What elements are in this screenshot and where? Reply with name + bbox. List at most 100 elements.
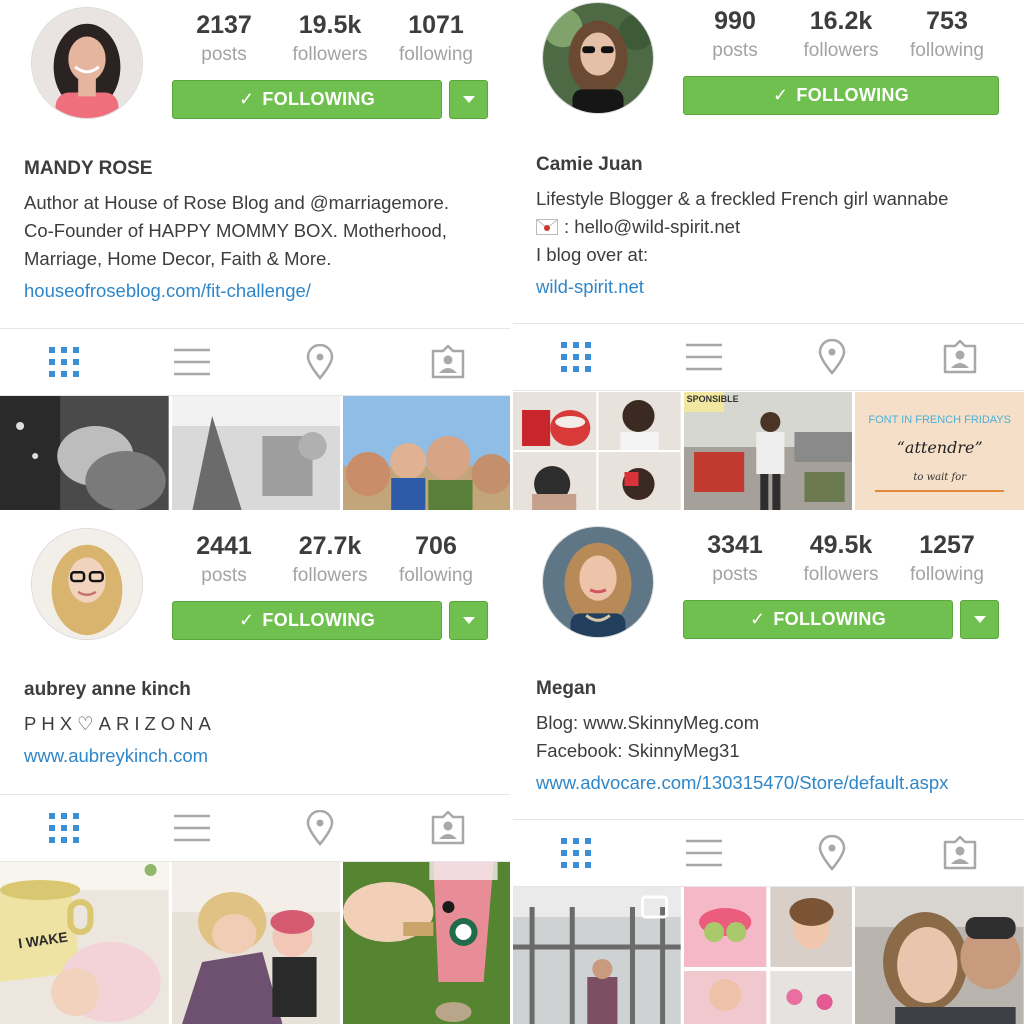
avatar[interactable] (542, 2, 654, 114)
profile-name: Camie Juan (536, 154, 643, 175)
envelope-icon (536, 219, 558, 235)
posts-label: posts (201, 44, 247, 65)
stat-followers[interactable]: 27.7k followers (277, 531, 383, 589)
tab-tagged[interactable] (896, 324, 1024, 390)
tab-tagged[interactable] (384, 795, 512, 861)
post-thumbnail[interactable] (512, 887, 681, 1024)
post-thumbnail[interactable] (171, 396, 341, 512)
thumb-underline (875, 490, 1005, 492)
follow-options-dropdown-button[interactable] (449, 80, 488, 119)
website-link[interactable]: houseofroseblog.com/fit-challenge/ (24, 277, 502, 305)
tab-grid[interactable] (0, 329, 128, 395)
post-thumbnail[interactable]: I WAKE (0, 862, 169, 1024)
following-button[interactable]: ✓ FOLLOWING (683, 600, 953, 639)
tab-grid[interactable] (512, 324, 640, 390)
tab-locations[interactable] (256, 329, 384, 395)
following-button[interactable]: ✓ FOLLOWING (172, 80, 442, 119)
profile-stats: 990 posts 16.2k followers 753 following (682, 6, 1000, 64)
location-pin-icon (818, 835, 846, 871)
posts-label: posts (201, 565, 247, 586)
post-thumbnail[interactable] (343, 396, 512, 512)
following-button[interactable]: ✓ FOLLOWING (683, 76, 999, 115)
tab-tagged[interactable] (896, 820, 1024, 886)
follow-options-dropdown-button[interactable] (960, 600, 999, 639)
stat-followers[interactable]: 16.2k followers (788, 6, 894, 64)
post-thumbnail[interactable] (0, 396, 169, 512)
bio-line: Blog: www.SkinnyMeg.com (536, 712, 760, 733)
avatar[interactable] (31, 7, 143, 119)
view-tabs (0, 328, 512, 396)
tab-list[interactable] (640, 820, 768, 886)
post-thumbnail[interactable]: FONT IN FRENCH FRIDAYS “attendre” to wai… (855, 392, 1024, 510)
follow-options-dropdown-button[interactable] (449, 601, 488, 640)
location-pin-icon (306, 810, 334, 846)
bio-email-text: : hello@wild-spirit.net (564, 216, 741, 237)
tab-list[interactable] (128, 329, 256, 395)
list-icon (174, 348, 210, 376)
posts-count: 990 (714, 7, 756, 35)
followers-label: followers (292, 565, 368, 586)
avatar[interactable] (31, 528, 143, 640)
followers-label: followers (803, 564, 879, 585)
tab-list[interactable] (128, 795, 256, 861)
following-button-label: FOLLOWING (773, 609, 887, 629)
profile-stats: 3341 posts 49.5k followers 1257 following (682, 530, 1000, 588)
bio-line: Co-Founder of HAPPY MOMMY BOX. Motherhoo… (24, 220, 447, 241)
following-label: following (910, 40, 984, 61)
post-thumbnail[interactable] (512, 392, 681, 510)
bio-line: Lifestyle Blogger & a freckled French gi… (536, 188, 949, 209)
following-label: following (910, 564, 984, 585)
following-label: following (399, 44, 473, 65)
panel-divider-horizontal (0, 510, 1024, 513)
following-button-label: FOLLOWING (262, 89, 376, 109)
following-label: following (399, 565, 473, 586)
tab-grid[interactable] (512, 820, 640, 886)
stat-posts[interactable]: 2441 posts (171, 531, 277, 589)
tab-locations[interactable] (256, 795, 384, 861)
bio-line: Author at House of Rose Blog and @marria… (24, 192, 449, 213)
website-link[interactable]: www.aubreykinch.com (24, 742, 502, 770)
tab-list[interactable] (640, 324, 768, 390)
tab-grid[interactable] (0, 795, 128, 861)
view-tabs (0, 794, 512, 862)
following-button[interactable]: ✓ FOLLOWING (172, 601, 442, 640)
stat-followers[interactable]: 19.5k followers (277, 10, 383, 68)
stat-following[interactable]: 1071 following (383, 10, 489, 68)
post-thumbnail[interactable]: SPONSIBLE (683, 392, 853, 510)
followers-count: 19.5k (298, 11, 362, 39)
stat-following[interactable]: 1257 following (894, 530, 1000, 588)
tagged-photos-icon (431, 811, 465, 845)
stat-following[interactable]: 706 following (383, 531, 489, 589)
website-link[interactable]: www.advocare.com/130315470/Store/default… (536, 769, 1014, 797)
list-icon (174, 814, 210, 842)
view-tabs (512, 323, 1024, 391)
followers-label: followers (292, 44, 368, 65)
post-thumbnail[interactable] (855, 887, 1024, 1024)
following-button-label: FOLLOWING (796, 85, 910, 105)
post-thumbnail[interactable] (343, 862, 512, 1024)
tab-locations[interactable] (768, 324, 896, 390)
followers-count: 16.2k (809, 7, 873, 35)
bio-section: Camie Juan Lifestyle Blogger & a freckle… (536, 153, 1014, 301)
post-thumbnail[interactable] (683, 887, 853, 1024)
checkmark-icon: ✓ (238, 89, 255, 109)
profile-panel-mandy-rose: 2137 posts 19.5k followers 1071 following ✓… (0, 0, 512, 512)
caret-down-icon (462, 96, 475, 103)
photo-grid-row (0, 396, 512, 512)
website-link[interactable]: wild-spirit.net (536, 273, 1014, 301)
bio-section: MANDY ROSE Author at House of Rose Blog … (24, 157, 502, 305)
following-button-label: FOLLOWING (262, 610, 376, 630)
stat-following[interactable]: 753 following (894, 6, 1000, 64)
bio-section: Megan Blog: www.SkinnyMeg.com Facebook: … (536, 677, 1014, 797)
stat-posts[interactable]: 990 posts (682, 6, 788, 64)
tab-locations[interactable] (768, 820, 896, 886)
stat-posts[interactable]: 2137 posts (171, 10, 277, 68)
post-thumbnail[interactable] (171, 862, 341, 1024)
stat-followers[interactable]: 49.5k followers (788, 530, 894, 588)
profile-name: Megan (536, 678, 597, 699)
stat-posts[interactable]: 3341 posts (682, 530, 788, 588)
avatar[interactable] (542, 526, 654, 638)
tab-tagged[interactable] (384, 329, 512, 395)
list-icon (686, 343, 722, 371)
following-count: 1071 (408, 11, 464, 39)
